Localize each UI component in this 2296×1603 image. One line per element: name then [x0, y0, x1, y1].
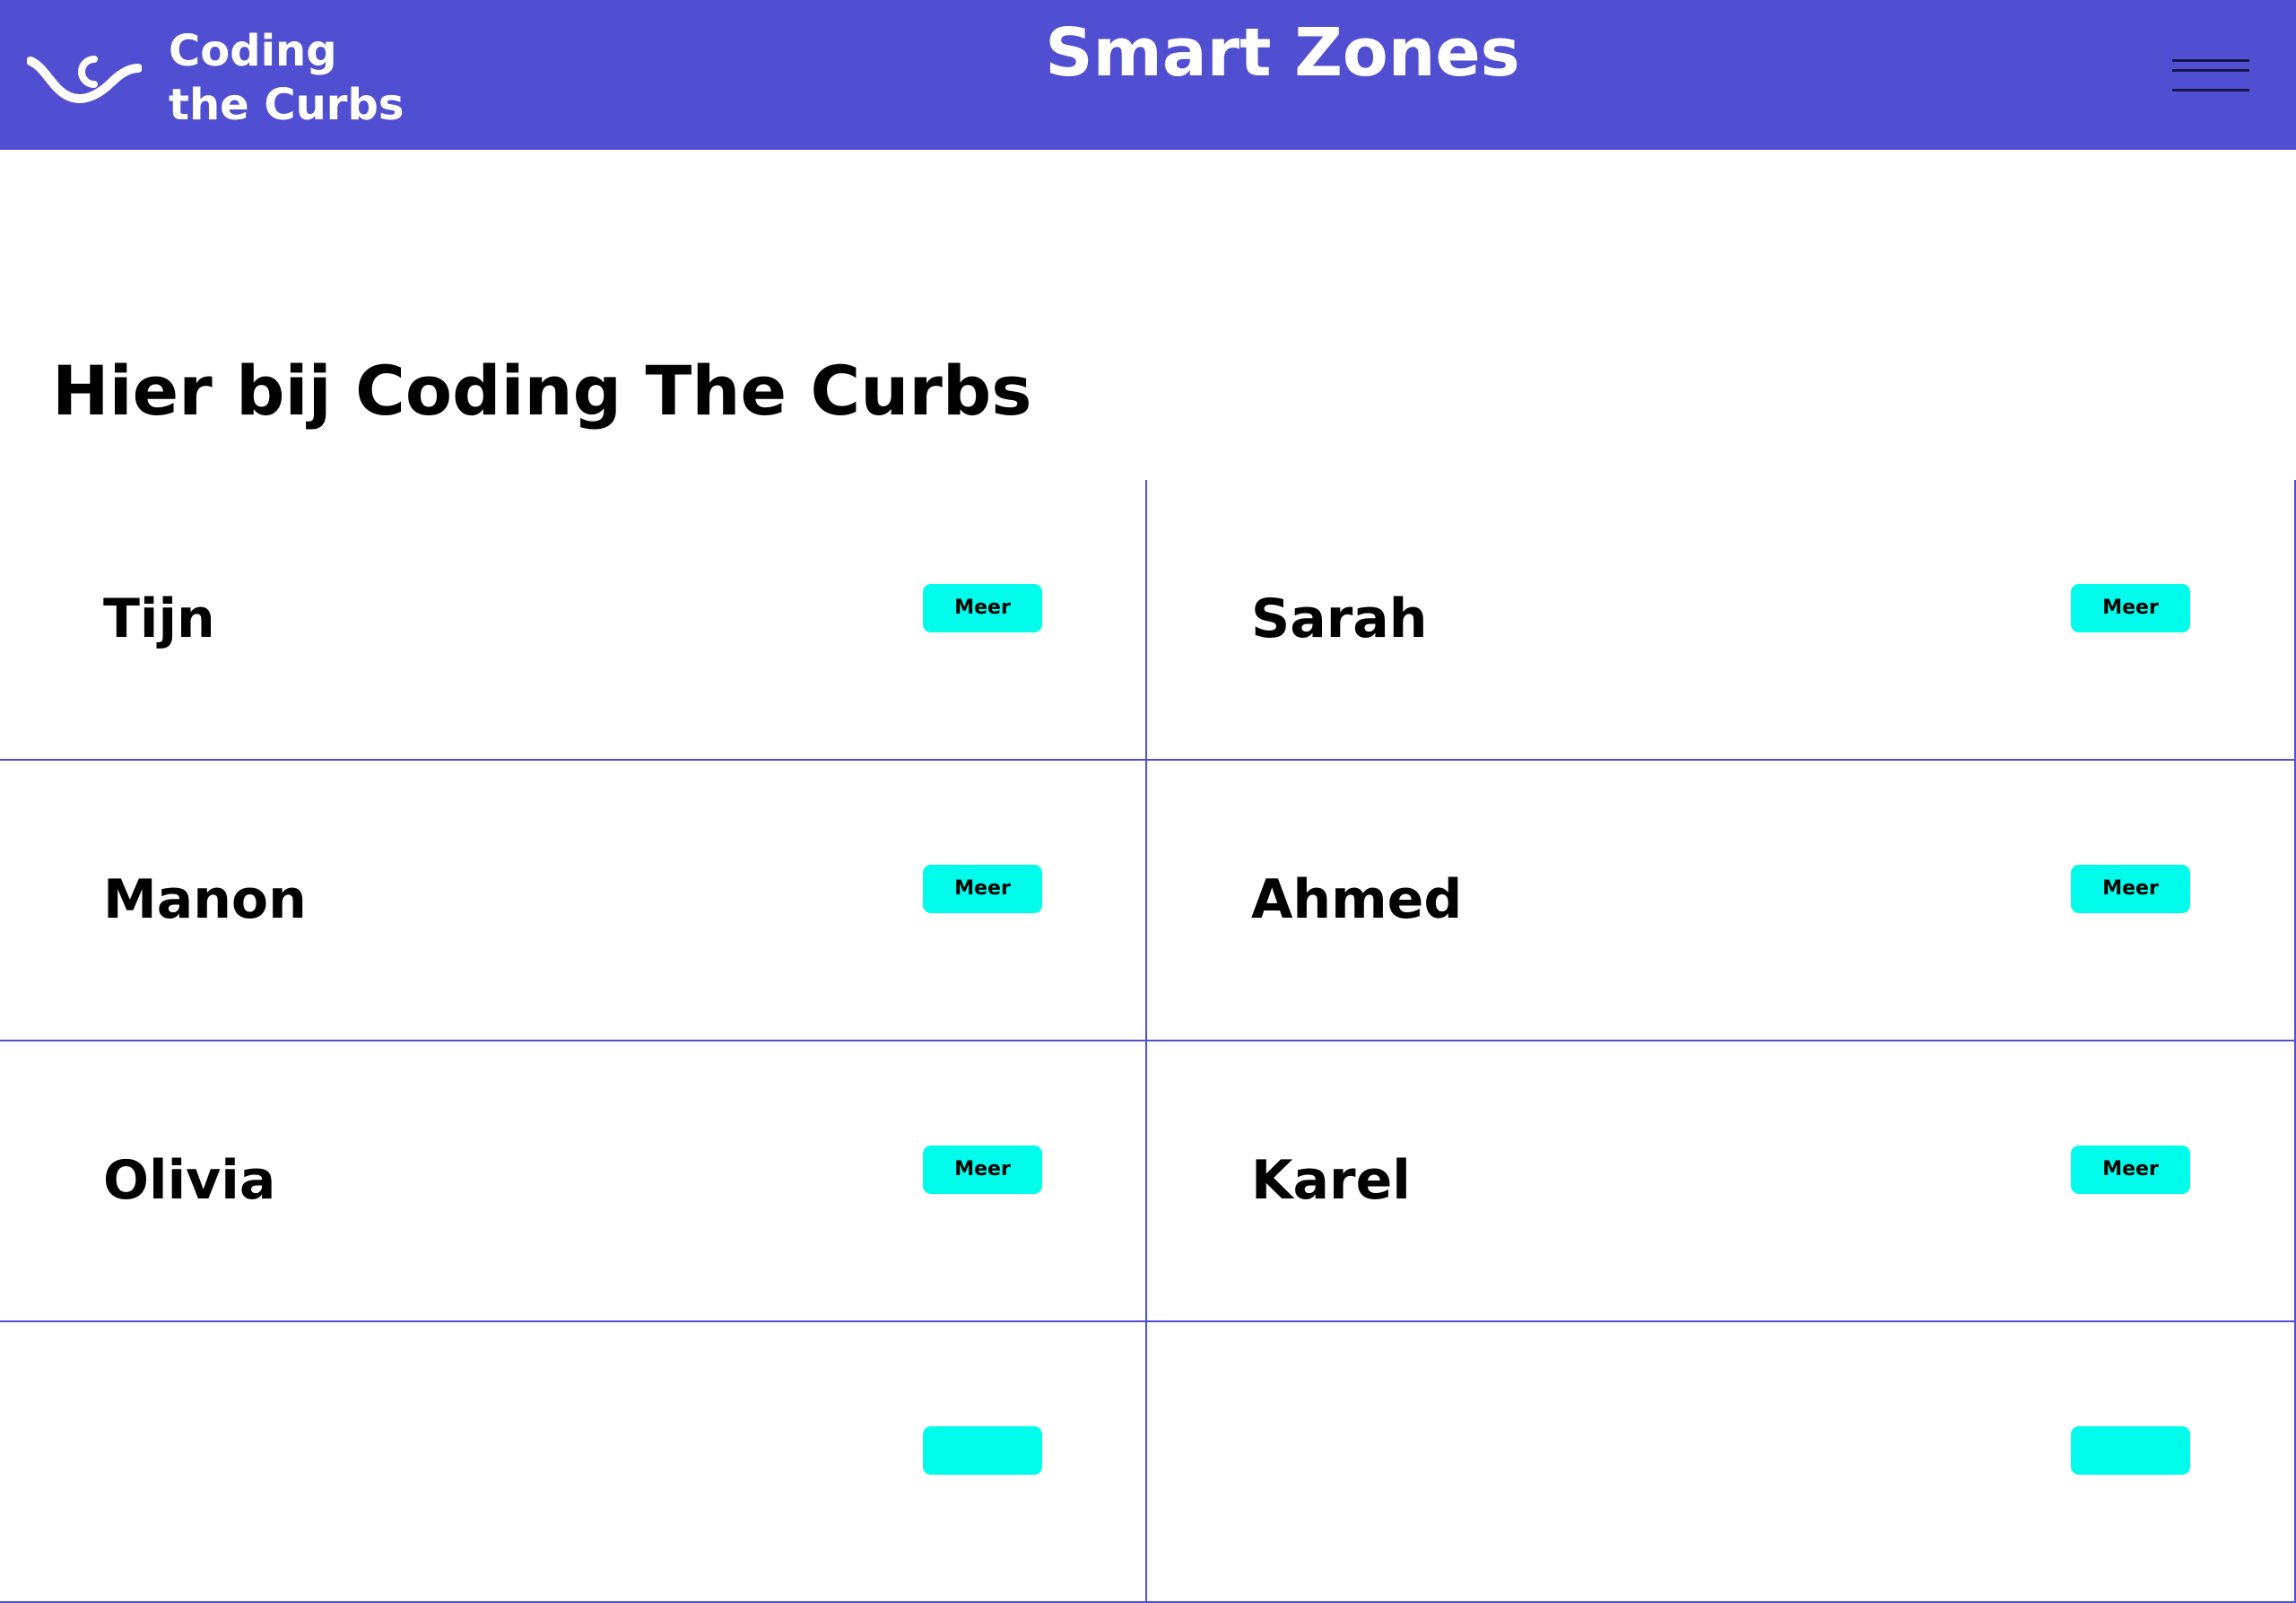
team-member-name: Karel: [1251, 1149, 1411, 1212]
logo-text-line-1: Coding: [169, 26, 337, 76]
meer-button[interactable]: Meer: [923, 584, 1042, 632]
meer-button[interactable]: Meer: [923, 865, 1042, 913]
team-member-name: Manon: [103, 868, 307, 931]
team-card: [0, 1322, 1147, 1603]
team-card: Ahmed Meer: [1147, 761, 2296, 1041]
menu-icon-bar-top: [2172, 59, 2249, 62]
team-member-name: Olivia: [103, 1149, 276, 1212]
coding-the-curbs-logo-icon: [27, 56, 142, 103]
team-card: Olivia Meer: [0, 1041, 1147, 1322]
team-member-name: Ahmed: [1251, 868, 1463, 931]
meer-button[interactable]: [923, 1426, 1042, 1475]
logo-text-line-2: the Curbs: [169, 80, 404, 130]
meer-button[interactable]: Meer: [923, 1146, 1042, 1194]
team-member-name: Sarah: [1251, 588, 1428, 650]
team-member-name: Tijn: [103, 588, 215, 650]
meer-button[interactable]: Meer: [2071, 865, 2190, 913]
meer-button[interactable]: Meer: [2071, 1146, 2190, 1194]
meer-button[interactable]: [2071, 1426, 2190, 1475]
menu-icon-bar-middle: [2172, 69, 2249, 72]
team-grid: Tijn Meer Sarah Meer Manon Meer Ahmed Me…: [0, 480, 2296, 1603]
logo-text: Coding the Curbs: [169, 24, 404, 132]
menu-icon-bar-bottom: [2172, 89, 2249, 91]
team-card: Manon Meer: [0, 761, 1147, 1041]
site-title: Smart Zones: [1045, 14, 1520, 91]
hamburger-menu-button[interactable]: [2169, 52, 2251, 99]
team-card: Karel Meer: [1147, 1041, 2296, 1322]
team-card: Sarah Meer: [1147, 480, 2296, 761]
logo-home-link[interactable]: Coding the Curbs: [27, 20, 404, 136]
meer-button[interactable]: Meer: [2071, 584, 2190, 632]
page-heading: Hier bij Coding The Curbs: [52, 351, 1032, 431]
site-header: Coding the Curbs Smart Zones: [0, 0, 2296, 150]
team-card: [1147, 1322, 2296, 1603]
team-card: Tijn Meer: [0, 480, 1147, 761]
